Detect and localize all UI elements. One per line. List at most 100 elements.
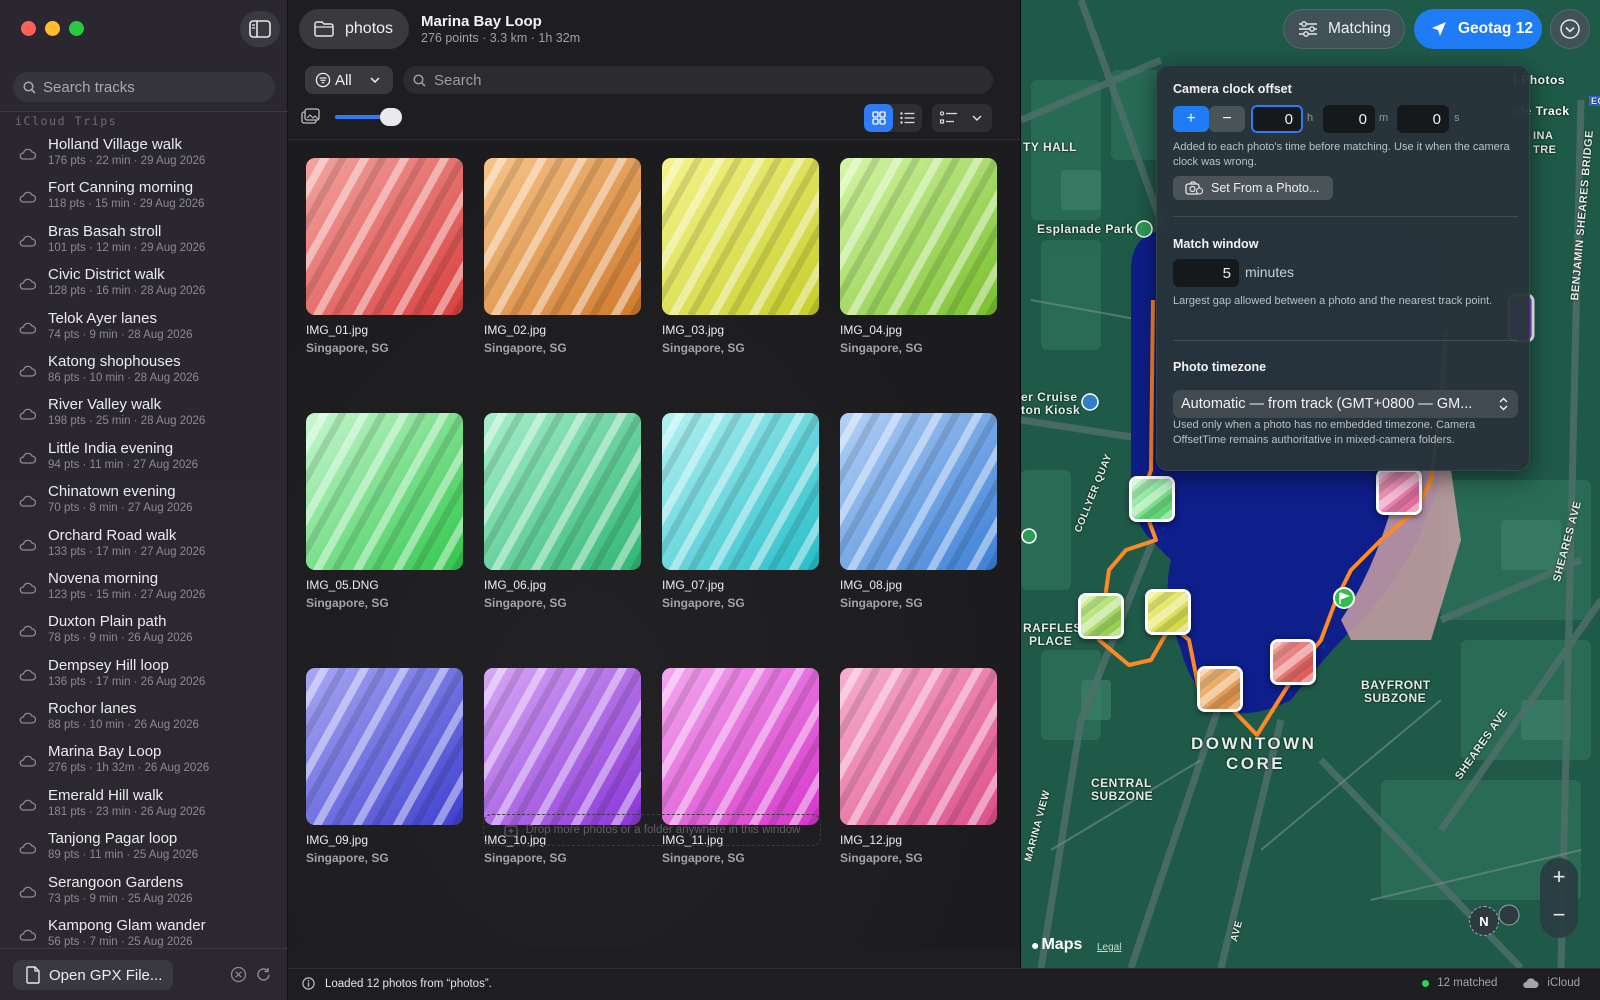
photo-cell[interactable]: IMG_12.jpg Singapore, SG [840,668,997,865]
filter-dropdown[interactable]: All [305,66,393,94]
track-list-item[interactable]: Bras Basah stroll 101 pts · 12 min · 29 A… [0,221,288,264]
match-window-field[interactable]: 5 [1173,259,1239,287]
photo-thumbnail[interactable] [662,413,819,570]
track-list-item[interactable]: Novena morning 123 pts · 15 min · 27 Aug … [0,568,288,611]
photo-thumbnail[interactable] [840,413,997,570]
track-list-item[interactable]: Holland Village walk 176 pts · 22 min · 2… [0,134,288,177]
refresh-icon[interactable] [255,966,272,983]
geotag-button[interactable]: Geotag 12 [1414,9,1542,49]
track-search-placeholder: Search tracks [43,78,135,96]
zoom-window-button[interactable] [69,21,84,36]
photo-thumbnail[interactable] [840,158,997,315]
match-window-unit: minutes [1245,264,1295,280]
photo-location: Singapore, SG [662,851,745,865]
photo-cell[interactable]: IMG_03.jpg Singapore, SG [662,158,819,355]
cloud-icon [19,842,36,854]
sort-menu[interactable] [932,104,992,132]
photo-thumbnail[interactable] [484,413,641,570]
offset-minus-button[interactable]: − [1209,106,1245,132]
slider-knob[interactable] [380,108,403,126]
track-title: Telok Ayer lanes [48,309,157,327]
track-meta: 181 pts · 23 min · 26 Aug 2026 [48,805,206,818]
matching-button[interactable]: Matching [1283,9,1405,49]
photo-cell[interactable]: IMG_07.jpg Singapore, SG [662,413,819,610]
track-list-item[interactable]: Dempsey Hill loop 136 pts · 17 min · 26 A… [0,655,288,698]
track-list-item[interactable]: Duxton Plain path 78 pts · 9 min · 26 Aug… [0,611,288,654]
section-title: iCloud Trips [15,114,118,128]
photo-cell[interactable]: IMG_02.jpg Singapore, SG [484,158,641,355]
photo-thumbnail[interactable] [662,668,819,825]
photo-search-input[interactable]: Search [403,66,993,94]
compass-button[interactable]: N [1469,906,1499,936]
map-photo-pin[interactable] [1376,469,1422,515]
more-options-button[interactable] [1550,9,1590,49]
list-view-button[interactable] [893,104,922,132]
track-list-item[interactable]: Serangoon Gardens 73 pts · 9 min · 25 Aug… [0,872,288,915]
photo-filename: IMG_06.jpg [484,578,547,592]
photo-thumbnail[interactable] [662,158,819,315]
map-photo-pin[interactable] [1270,639,1316,685]
map-label-subzone: SUBZONE [1091,789,1154,803]
photo-cell[interactable]: IMG_09.jpg Singapore, SG [306,668,463,865]
clear-icon[interactable] [230,966,247,983]
zoom-out-button[interactable]: − [1540,902,1578,930]
track-list-item[interactable]: Fort Canning morning 118 pts · 15 min · 2… [0,177,288,220]
track-list-item[interactable]: Civic District walk 128 pts · 16 min · 28… [0,264,288,307]
offset-seconds-field[interactable]: 0 [1397,105,1449,133]
track-title: Dempsey Hill loop [48,656,169,674]
maps-logo: ● Maps [1031,936,1082,954]
photo-thumbnail[interactable] [306,413,463,570]
track-list-item[interactable]: Tanjong Pagar loop 89 pts · 11 min · 25 A… [0,828,288,871]
minimize-window-button[interactable] [45,21,60,36]
drop-zone[interactable]: Drop more photos or a folder anywhere in… [483,814,821,846]
photo-thumbnail[interactable] [306,158,463,315]
track-meta: 86 pts · 10 min · 28 Aug 2026 [48,371,199,384]
track-list-item[interactable]: Chinatown evening 70 pts · 8 min · 27 Aug… [0,481,288,524]
photo-thumbnail[interactable] [484,158,641,315]
map-photo-pin[interactable] [1145,589,1191,635]
photo-cell[interactable]: IMG_08.jpg Singapore, SG [840,413,997,610]
track-list-item[interactable]: Marina Bay Loop 276 pts · 1h 32m · 26 Aug… [0,741,288,784]
open-gpx-button[interactable]: Open GPX File... [13,960,173,990]
offset-minutes-field[interactable]: 0 [1323,105,1375,133]
track-list-item[interactable]: River Valley walk 198 pts · 25 min · 28 A… [0,394,288,437]
offset-plus-button[interactable]: + [1173,106,1209,132]
thumbnail-size-slider[interactable] [335,108,403,126]
track-list-item[interactable]: Orchard Road walk 133 pts · 17 min · 27 A… [0,525,288,568]
track-search-input[interactable]: Search tracks [13,72,275,102]
timezone-select[interactable]: Automatic — from track (GMT+0800 — GM... [1173,390,1518,418]
geotag-label: Geotag 12 [1458,20,1533,37]
cloud-icon [19,582,36,594]
photo-cell[interactable]: IMG_01.jpg Singapore, SG [306,158,463,355]
photo-cell[interactable]: IMG_04.jpg Singapore, SG [840,158,997,355]
track-list-item[interactable]: Katong shophouses 86 pts · 10 min · 28 Au… [0,351,288,394]
offset-hours-field[interactable]: 0 [1251,105,1303,133]
close-window-button[interactable] [21,21,36,36]
map-photo-pin[interactable] [1078,593,1124,639]
cloud-icon [19,148,36,160]
track-meta: 78 pts · 9 min · 26 Aug 2026 [48,632,193,645]
track-list-item[interactable]: Little India evening 94 pts · 11 min · 27… [0,438,288,481]
photo-thumbnail[interactable] [484,668,641,825]
photo-filename: IMG_09.jpg [306,833,369,847]
photo-thumbnail[interactable] [840,668,997,825]
map-photo-pin[interactable] [1129,476,1175,522]
set-from-photo-button[interactable]: Set From a Photo... [1173,176,1333,200]
track-meta: 70 pts · 8 min · 27 Aug 2026 [48,502,193,515]
sidebar-toggle-button[interactable] [240,11,280,47]
photo-cell[interactable]: IMG_06.jpg Singapore, SG [484,413,641,610]
map-label-ecp: ECP [1589,96,1600,106]
legal-link[interactable]: Legal [1097,942,1121,953]
track-title: Fort Canning morning [48,179,194,197]
track-list-item[interactable]: Emerald Hill walk 181 pts · 23 min · 26 A… [0,785,288,828]
photo-cell[interactable]: IMG_05.DNG Singapore, SG [306,413,463,610]
map-photo-pin[interactable] [1197,666,1243,712]
track-list-item[interactable]: Kampong Glam wander 56 pts · 7 min · 25 A… [0,915,288,948]
grid-view-button[interactable] [864,104,893,132]
photo-thumbnail[interactable] [306,668,463,825]
track-list-item[interactable]: Telok Ayer lanes 74 pts · 9 min · 28 Aug … [0,308,288,351]
folder-button[interactable]: photos [299,9,409,49]
track-list-item[interactable]: Rochor lanes 88 pts · 10 min · 26 Aug 202… [0,698,288,741]
cloud-icon [19,192,36,204]
zoom-in-button[interactable]: + [1540,864,1578,892]
